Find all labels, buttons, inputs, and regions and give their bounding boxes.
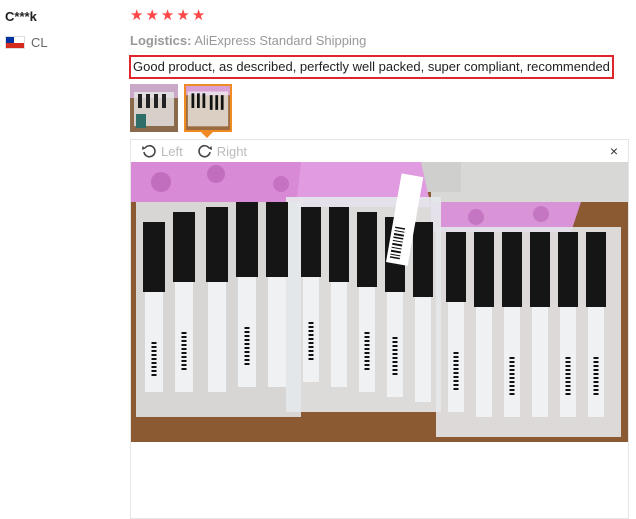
rotate-left-label: Left <box>161 143 183 159</box>
photo-thumbnails <box>130 84 232 132</box>
feedback-text: Good product, as described, perfectly we… <box>129 55 614 79</box>
photo-thumbnail-active[interactable] <box>184 84 232 132</box>
rotate-left-button[interactable]: Left <box>141 143 183 159</box>
star-icon: ★ <box>176 7 190 24</box>
star-rating: ★ ★ ★ ★ ★ <box>130 8 205 24</box>
star-icon: ★ <box>160 7 175 24</box>
star-icon: ★ <box>145 7 159 24</box>
rotate-left-icon <box>142 144 156 158</box>
star-icon: ★ <box>191 7 206 24</box>
active-thumbnail-pointer <box>201 132 213 138</box>
rotate-right-icon <box>197 144 212 158</box>
close-icon[interactable]: × <box>610 143 618 159</box>
country-code: CL <box>31 35 48 50</box>
rotate-right-label: Right <box>216 143 248 159</box>
photo-thumbnail[interactable] <box>130 84 178 132</box>
rotate-right-button[interactable]: Right <box>197 143 247 159</box>
chile-flag-icon <box>5 36 25 49</box>
photo-viewer: Left Right × <box>130 139 629 519</box>
viewer-toolbar: Left Right × <box>131 140 628 162</box>
logistics-label: Logistics: <box>130 33 192 48</box>
reviewer-name: C***k <box>5 9 37 24</box>
star-icon: ★ <box>130 7 144 24</box>
product-photo <box>131 162 628 442</box>
reviewer-country: CL <box>5 35 48 50</box>
logistics-value: AliExpress Standard Shipping <box>194 33 367 48</box>
logistics-info: Logistics: AliExpress Standard Shipping <box>130 33 366 48</box>
